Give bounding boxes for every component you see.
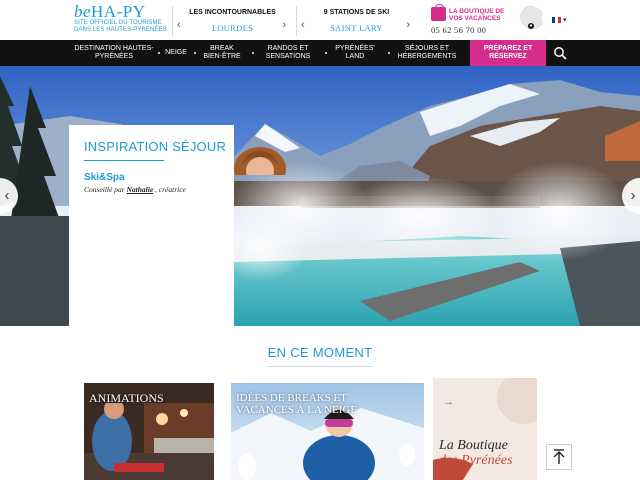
card-title: INSPIRATION SÉJOUR xyxy=(84,139,227,154)
nav-item-break[interactable]: BREAK BIEN-ÊTRE xyxy=(198,40,246,66)
author-avatar xyxy=(232,145,288,175)
tile-caption: La Boutique des Pyrénées xyxy=(439,438,513,468)
ski-stations-selector[interactable]: ‹ 9 STATIONS DE SKI SAINT LARY › xyxy=(296,6,416,36)
incontournables-selector[interactable]: ‹ LES INCONTOURNABLES LOURDES › xyxy=(172,6,292,36)
language-selector[interactable]: ▾ xyxy=(552,16,566,24)
arrow-right-icon: → xyxy=(443,396,454,408)
shop-label: LA BOUTIQUE DE VOS VACANCES xyxy=(449,8,505,22)
arrow-up-icon xyxy=(553,449,565,464)
main-nav: DESTINATION HAUTES- PYRÉNÉES NEIGE BREAK B… xyxy=(0,40,640,66)
french-flag-icon xyxy=(552,17,561,24)
tile-boutique[interactable]: → La Boutique des Pyrénées xyxy=(433,378,537,480)
shopping-bag-icon xyxy=(431,4,446,21)
author-link[interactable]: Nathalie xyxy=(127,185,154,194)
nav-item-pyrenees-land[interactable]: PYRÉNÉES' LAND xyxy=(334,40,376,66)
logo-tagline-1: SITE OFFICIEL DU TOURISME xyxy=(74,20,162,26)
tile-caption: IDÉES DE BREAKS ET VACANCES À LA NEIGE xyxy=(236,392,358,416)
tile-caption: ANIMATIONS xyxy=(89,391,164,405)
logo-tagline-2: DANS LES HAUTES-PYRÉNÉES xyxy=(74,27,167,33)
nav-item-sejours[interactable]: SÉJOURS ET HÉBERGEMENTS xyxy=(398,40,457,66)
phone-number[interactable]: 05 62 56 70 00 xyxy=(431,25,486,35)
arrow-right-icon: → xyxy=(238,420,249,432)
nav-separator xyxy=(388,52,390,54)
nav-separator xyxy=(325,52,327,54)
section-title: EN CE MOMENT xyxy=(267,345,373,360)
hero-slider: INSPIRATION SÉJOUR Ski&Spa Conseillé par… xyxy=(0,66,640,326)
back-to-top-button[interactable] xyxy=(546,444,572,470)
nav-separator xyxy=(194,52,196,54)
chevron-right-icon[interactable]: › xyxy=(406,20,410,31)
prepare-book-button[interactable]: PRÉPAREZ ET RÉSERVEZ xyxy=(470,40,546,66)
chevron-right-icon: › xyxy=(630,187,636,204)
selector-value[interactable]: SAINT LARY xyxy=(297,23,416,33)
nav-separator xyxy=(252,52,254,54)
tile-animations[interactable]: ANIMATIONS xyxy=(79,378,219,480)
nav-item-destination[interactable]: DESTINATION HAUTES- PYRÉNÉES xyxy=(72,40,156,66)
chevron-down-icon: ▾ xyxy=(562,17,567,24)
selector-value[interactable]: LOURDES xyxy=(173,23,292,33)
section-divider xyxy=(268,366,372,367)
nav-item-neige[interactable]: NEIGE xyxy=(162,40,190,66)
card-author-line: Conseillé par Nathalie , créatrice xyxy=(84,185,186,194)
selector-label: LES INCONTOURNABLES xyxy=(189,9,276,16)
nav-separator xyxy=(158,52,160,54)
logo-wordmark: beHA-PY xyxy=(74,2,146,21)
card-heading[interactable]: Ski&Spa xyxy=(84,172,125,183)
site-logo[interactable]: beHA-PY SITE OFFICIEL DU TOURISME DANS L… xyxy=(74,2,167,34)
shop-link[interactable]: LA BOUTIQUE DE VOS VACANCES 05 62 56 70 0… xyxy=(431,4,521,36)
france-map-icon[interactable] xyxy=(517,4,545,32)
top-bar: beHA-PY SITE OFFICIEL DU TOURISME DANS L… xyxy=(0,0,640,40)
chevron-right-icon[interactable]: › xyxy=(282,20,286,31)
nav-item-randos[interactable]: RANDOS ET SENSATIONS xyxy=(262,40,314,66)
card-divider xyxy=(84,160,164,161)
search-icon[interactable] xyxy=(553,46,567,60)
inspiration-card[interactable]: INSPIRATION SÉJOUR Ski&Spa Conseillé par… xyxy=(69,125,234,326)
selector-label: 9 STATIONS DE SKI xyxy=(323,9,390,16)
chevron-left-icon: ‹ xyxy=(4,187,10,204)
tile-breaks-neige[interactable]: IDÉES DE BREAKS ET VACANCES À LA NEIGE → xyxy=(226,378,429,480)
